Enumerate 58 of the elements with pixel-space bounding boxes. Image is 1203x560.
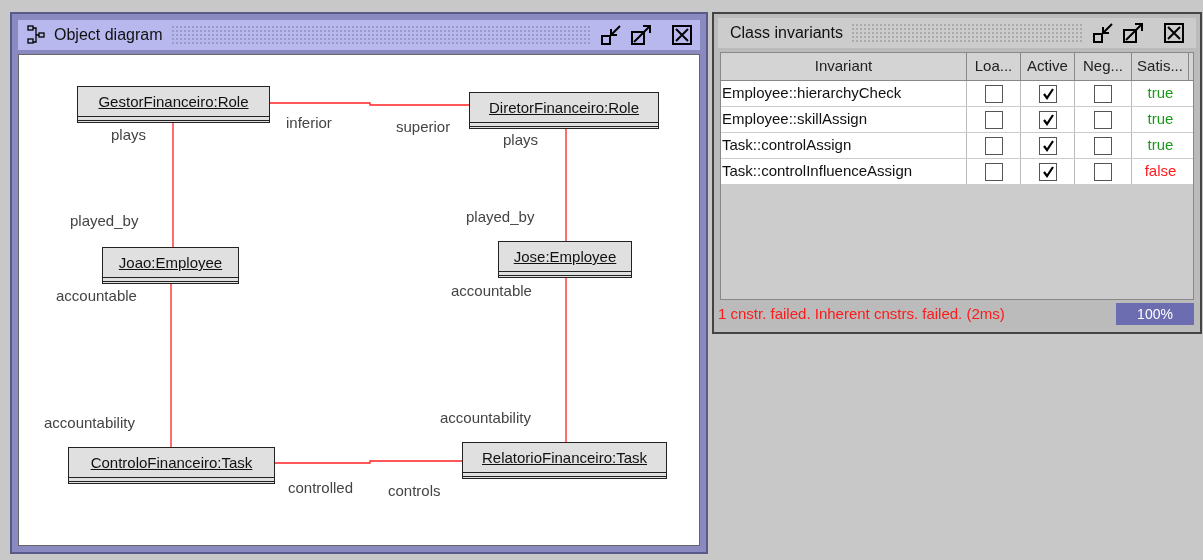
table-cell-text: true [1146,83,1175,104]
role-label: controls [388,481,441,501]
role-label: superior [396,117,451,137]
close-icon[interactable] [1164,23,1184,43]
checkbox[interactable] [984,84,1003,103]
check-icon [1041,165,1054,178]
object-node[interactable]: Jose:Employee [498,241,632,278]
table-cell-text: true [1146,135,1175,156]
window-title: Class invariants [730,23,843,43]
checkbox[interactable] [1038,162,1057,181]
maximize-icon[interactable] [1122,22,1144,44]
close-icon[interactable] [672,25,692,45]
diagram-icon [26,25,46,45]
role-label: accountability [440,408,531,428]
object-node[interactable]: Joao:Employee [102,247,239,284]
minimize-icon[interactable] [600,24,622,46]
object-node[interactable]: RelatorioFinanceiro:Task [462,442,667,479]
check-icon [1041,113,1054,126]
column-header[interactable]: Neg... [1075,53,1132,80]
check-icon [1041,139,1054,152]
object-node[interactable]: DiretorFinanceiro:Role [469,92,659,129]
column-header[interactable]: Loa... [967,53,1021,80]
checkbox[interactable] [1038,110,1057,129]
role-label: controlled [288,478,354,498]
window-title: Object diagram [54,25,163,45]
object-node[interactable]: GestorFinanceiro:Role [77,86,270,123]
checkbox[interactable] [984,136,1003,155]
maximize-icon[interactable] [630,24,652,46]
minimize-icon[interactable] [1092,22,1114,44]
table-cell: Employee::hierarchyCheck [721,81,967,106]
column-header[interactable]: Active [1021,53,1075,80]
column-header[interactable]: Invariant [721,53,967,80]
role-label: plays [503,130,539,150]
checkbox[interactable] [1094,136,1112,155]
role-label: accountable [56,286,137,306]
table-cell: Task::controlInfluenceAssign [721,159,967,184]
role-label: played_by [466,207,535,227]
column-header[interactable]: Satis... [1132,53,1189,80]
role-label: plays [111,125,147,145]
table-cell: Task::controlAssign [721,133,967,158]
checkbox[interactable] [1094,162,1112,181]
checkbox[interactable] [1038,84,1057,103]
check-icon [1041,87,1054,100]
table-cell: Employee::skillAssign [721,107,967,132]
checkbox[interactable] [1094,84,1112,103]
table-cell-text: false [1143,161,1178,182]
role-label: inferior [286,113,332,133]
checkbox[interactable] [1094,110,1112,129]
role-label: played_by [70,211,139,231]
table-cell-text: true [1146,109,1175,130]
checkbox[interactable] [984,110,1003,129]
role-label: accountability [44,413,135,433]
progress-text: 100% [1136,304,1174,324]
role-label: accountable [451,281,532,301]
object-node[interactable]: ControloFinanceiro:Task [68,447,275,484]
status-message: 1 cnstr. failed. Inherent cnstrs. failed. (2ms) [718,303,1006,324]
checkbox[interactable] [1038,136,1057,155]
checkbox[interactable] [984,162,1003,181]
